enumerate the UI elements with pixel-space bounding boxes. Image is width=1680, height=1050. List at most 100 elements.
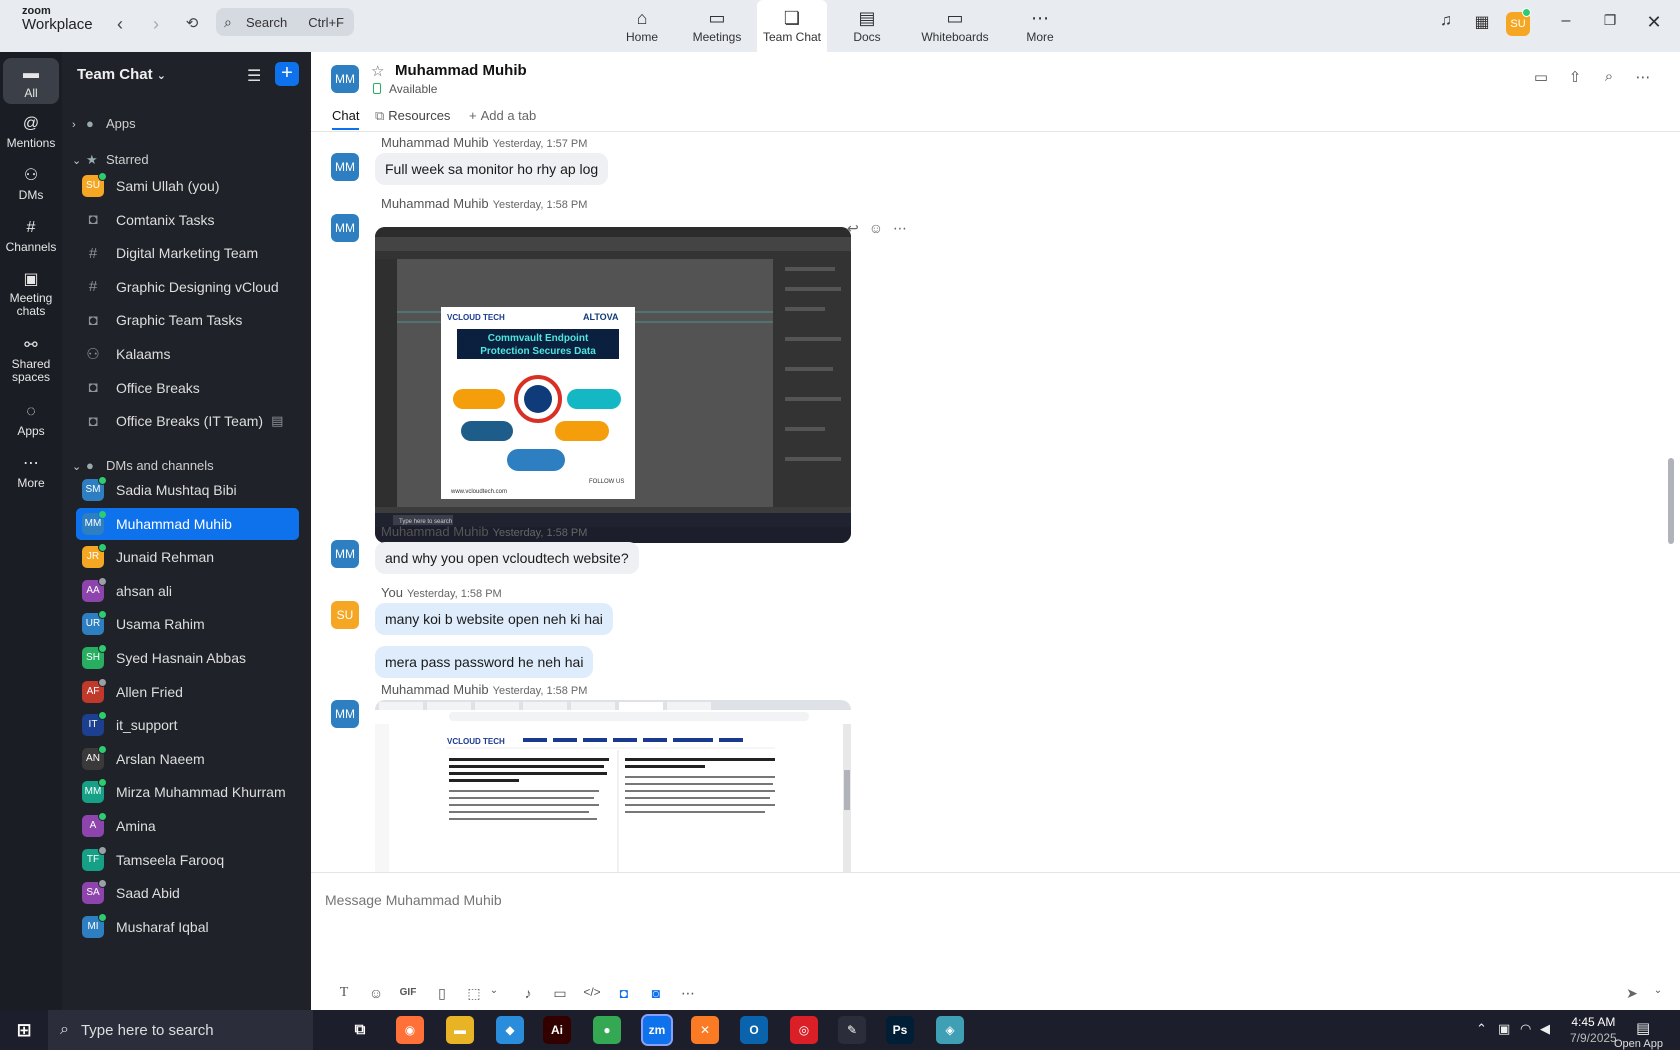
minimize-icon[interactable]: – [1554, 12, 1578, 30]
text-format-icon[interactable]: T [333, 985, 355, 1001]
history-icon[interactable]: ⟲ [180, 12, 204, 36]
windows-start-icon[interactable]: ⊞ [10, 1016, 38, 1044]
sidebar-item-dm[interactable]: MM Muhammad Muhib [76, 507, 299, 540]
back-arrow-icon[interactable]: ‹ [108, 12, 132, 36]
star-outline-icon[interactable]: ☆ [371, 62, 384, 80]
rail-item-mentions[interactable]: @ Mentions [3, 114, 59, 150]
message-bubble[interactable]: mera pass password he neh hai [375, 646, 594, 678]
filter-icon[interactable]: ☰ [247, 66, 261, 86]
system-clock[interactable]: 4:45 AM 7/9/2025 [1570, 1014, 1617, 1046]
file-explorer-taskbar-icon[interactable]: ▬ [446, 1016, 474, 1044]
firefox-taskbar-icon[interactable]: ◉ [396, 1016, 424, 1044]
app-diamond-taskbar-icon[interactable]: ◈ [936, 1016, 964, 1044]
screenshot-icon[interactable]: ⬚ [463, 985, 485, 1002]
sender-avatar[interactable]: MM [331, 153, 359, 181]
rail-item-apps[interactable]: ◌ Apps [3, 402, 59, 438]
sidebar-item-starred[interactable]: ⚇ Kalaams [76, 338, 299, 370]
close-icon[interactable]: ✕ [1642, 12, 1666, 33]
speaker-icon[interactable]: ◀ [1540, 1021, 1550, 1037]
image-attachment-photoshop[interactable]: VCLOUD TECH ALTOVA Commvault Endpoint Pr… [375, 227, 851, 543]
sender-avatar[interactable]: MM [331, 700, 359, 728]
tab-meetings[interactable]: ▭ Meetings [688, 0, 746, 52]
message-bubble[interactable]: many koi b website open neh ki hai [375, 603, 613, 635]
task-view-icon[interactable]: ⧉ [346, 1016, 374, 1044]
search-icon[interactable]: ⌕ [1599, 68, 1619, 85]
sidebar-item-dm[interactable]: JR Junaid Rehman [76, 541, 299, 573]
message-bubble[interactable]: Full week sa monitor ho rhy ap log [375, 153, 609, 185]
video-message-icon[interactable]: ▭ [549, 985, 571, 1002]
bell-icon[interactable]: ♫ [1434, 12, 1458, 30]
sidebar-item-starred[interactable]: ◘ Comtanix Tasks [76, 204, 299, 236]
wifi-icon[interactable]: ◠ [1520, 1021, 1531, 1037]
sidebar-item-dm[interactable]: AN Arslan Naeem [76, 743, 299, 775]
share-screen-icon[interactable]: ⇧ [1565, 68, 1585, 86]
zoom-taskbar-icon[interactable]: zm [641, 1014, 673, 1046]
message-input[interactable] [325, 887, 1625, 913]
tab-resources[interactable]: ⧉ Resources [375, 108, 450, 130]
network-tray-icon[interactable]: ▣ [1498, 1021, 1510, 1037]
app-icon-blue[interactable]: ◘ [613, 985, 635, 1001]
xampp-taskbar-icon[interactable]: ✕ [691, 1016, 719, 1044]
chat-app-icon[interactable]: ◙ [645, 985, 667, 1001]
tab-whiteboards[interactable]: ▭ Whiteboards [918, 0, 992, 52]
rail-item-more[interactable]: ⋯ More [3, 454, 59, 490]
rail-item-shared-spaces[interactable]: ⚯ Shared spaces [3, 336, 59, 384]
scrollbar-thumb[interactable] [1668, 458, 1674, 544]
add-tab-button[interactable]: + Add a tab [469, 108, 536, 130]
new-chat-button[interactable]: + [275, 62, 299, 86]
more-options-icon[interactable]: ⋯ [677, 985, 699, 1002]
sidebar-item-dm[interactable]: SM Sadia Mushtaq Bibi [76, 474, 299, 506]
sidebar-item-dm[interactable]: IT it_support [76, 709, 299, 741]
sidebar-item-dm[interactable]: SH Syed Hasnain Abbas [76, 642, 299, 674]
section-starred[interactable]: ⌄ ★ Starred [72, 152, 149, 168]
chevron-down-icon[interactable]: ⌄ [483, 985, 505, 996]
sender-avatar[interactable]: MM [331, 540, 359, 568]
code-icon[interactable]: </> [581, 985, 603, 999]
sender-avatar[interactable]: MM [331, 214, 359, 242]
forward-arrow-icon[interactable]: › [144, 12, 168, 36]
sidebar-item-starred[interactable]: SU Sami Ullah (you) [76, 170, 299, 202]
chevron-up-icon[interactable]: ⌃ [1476, 1021, 1487, 1037]
emoji-icon[interactable]: ☺ [869, 220, 893, 236]
section-apps[interactable]: › ● Apps [72, 116, 136, 131]
rail-item-meeting-chats[interactable]: ▣ Meeting chats [3, 270, 59, 318]
emoji-icon[interactable]: ☺ [365, 985, 387, 1001]
sidebar-item-dm[interactable]: AA ahsan ali [76, 575, 299, 607]
pen-tool-taskbar-icon[interactable]: ✎ [838, 1016, 866, 1044]
creative-cloud-taskbar-icon[interactable]: ◎ [790, 1016, 818, 1044]
more-options-icon[interactable]: ⋯ [893, 220, 917, 236]
contact-name[interactable]: Muhammad Muhib [395, 62, 527, 79]
section-dms-channels[interactable]: ⌄ ● DMs and channels [72, 458, 214, 473]
chrome-taskbar-icon[interactable]: ● [593, 1016, 621, 1044]
sidebar-item-dm[interactable]: UR Usama Rahim [76, 608, 299, 640]
message-bubble[interactable]: and why you open vcloudtech website? [375, 542, 639, 574]
send-icon[interactable]: ➤ [1621, 985, 1643, 1002]
tab-team-chat[interactable]: ❏ Team Chat [757, 0, 827, 52]
sidebar-item-dm[interactable]: SA Saad Abid [76, 877, 299, 909]
photoshop-taskbar-icon[interactable]: Ps [886, 1016, 914, 1044]
tab-home[interactable]: ⌂ Home [618, 0, 666, 52]
sidebar-item-dm[interactable]: MM Mirza Muhammad Khurram [76, 776, 299, 808]
sidebar-item-dm[interactable]: A Amina [76, 810, 299, 842]
sidebar-item-starred[interactable]: # Graphic Designing vCloud [76, 271, 299, 303]
rail-item-all[interactable]: ▬ All [3, 58, 59, 104]
tab-more[interactable]: ⋯ More [1024, 0, 1056, 52]
sidebar-item-dm[interactable]: MI Musharaf Iqbal [76, 911, 299, 943]
tab-docs[interactable]: ▤ Docs [846, 0, 888, 52]
sidebar-item-dm[interactable]: AF Allen Fried [76, 676, 299, 708]
illustrator-taskbar-icon[interactable]: Ai [543, 1016, 571, 1044]
sidebar-item-starred[interactable]: # Digital Marketing Team [76, 237, 299, 269]
vscode-taskbar-icon[interactable]: ◆ [496, 1016, 524, 1044]
contact-avatar[interactable]: MM [331, 65, 359, 93]
taskbar-search[interactable]: ⌕ Type here to search [48, 1010, 313, 1050]
file-icon[interactable]: ▯ [431, 985, 453, 1002]
calendar-icon[interactable]: ▦ [1470, 12, 1494, 32]
rail-item-channels[interactable]: # Channels [3, 218, 59, 254]
more-options-icon[interactable]: ⋯ [1633, 68, 1653, 86]
reply-icon[interactable]: ↩ [847, 220, 869, 236]
sidebar-item-starred[interactable]: ◘ Office Breaks [76, 372, 299, 404]
microphone-icon[interactable]: ♪ [517, 985, 539, 1001]
rail-item-dms[interactable]: ⚇ DMs [3, 166, 59, 202]
sidebar-item-starred[interactable]: ◘ Graphic Team Tasks [76, 304, 299, 336]
sender-avatar[interactable]: SU [331, 601, 359, 629]
